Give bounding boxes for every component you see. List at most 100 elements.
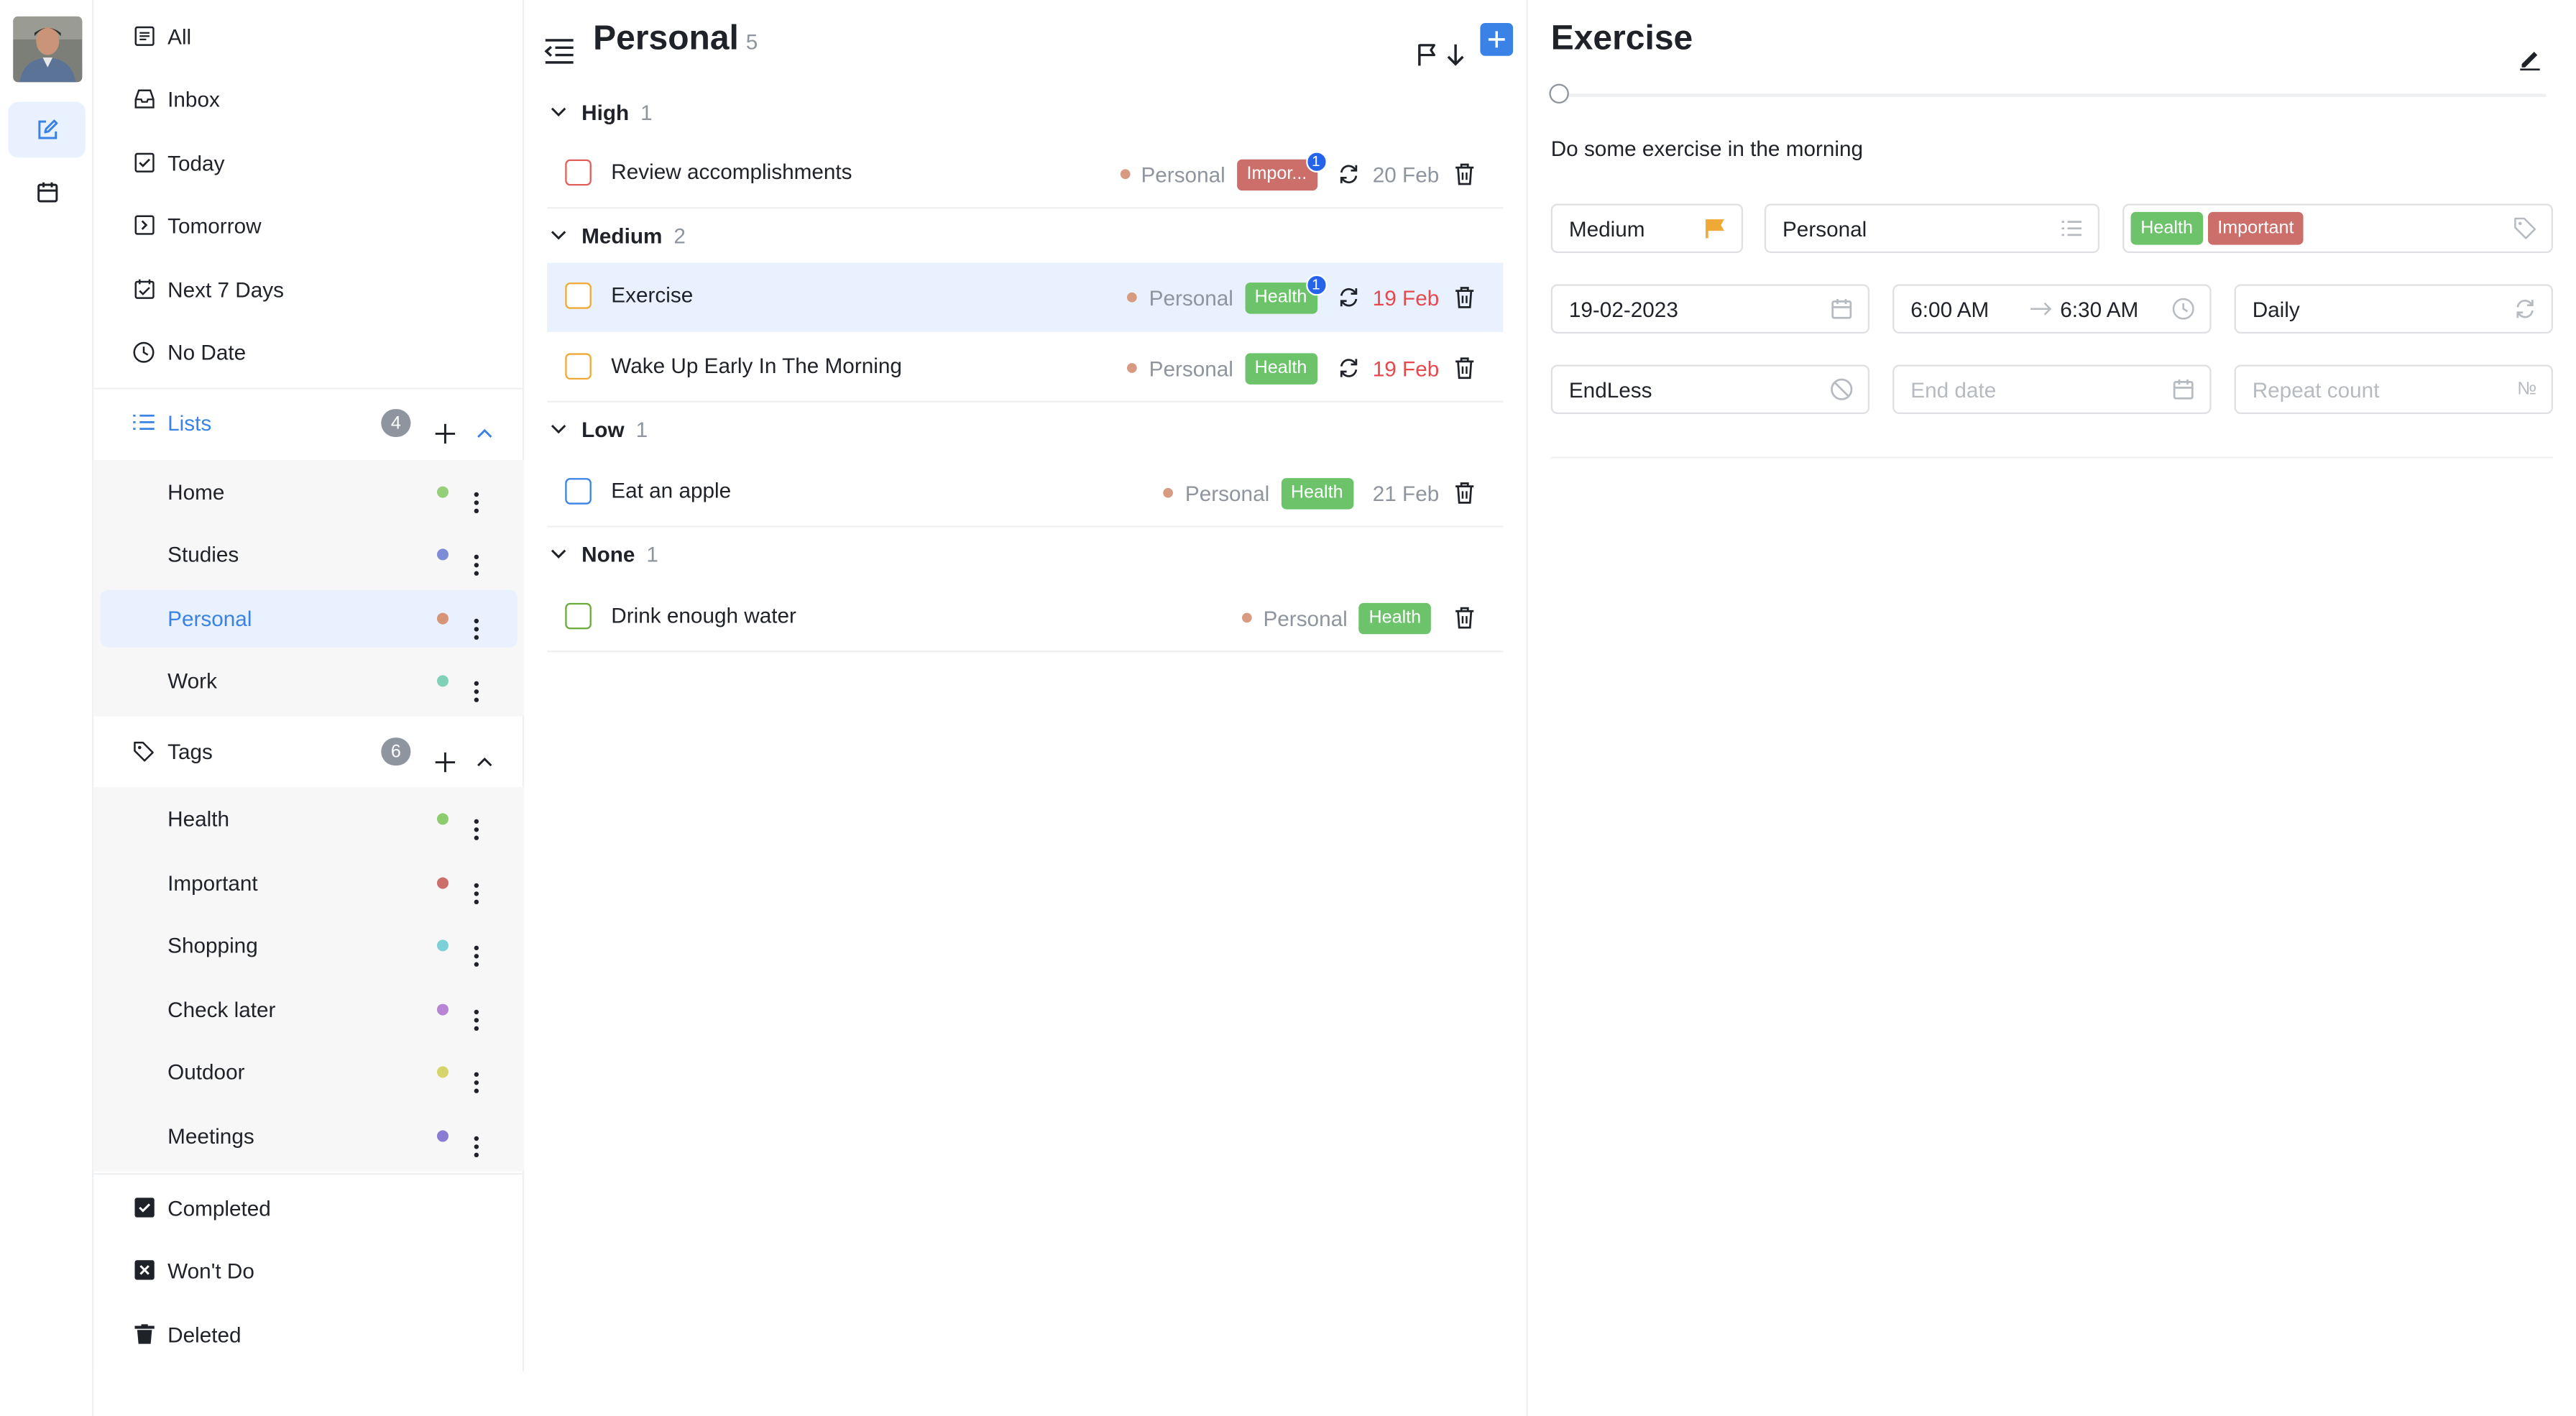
toggle-sidebar-button[interactable] — [544, 24, 575, 64]
nav-completed[interactable]: Completed — [93, 1178, 524, 1237]
trash-icon[interactable] — [1454, 482, 1476, 505]
task-checkbox[interactable] — [565, 282, 592, 309]
list-more-button[interactable] — [468, 539, 484, 576]
detail-title[interactable]: Exercise — [1551, 19, 1693, 59]
more-vertical-icon — [474, 883, 479, 905]
nav-all[interactable]: All — [93, 6, 524, 65]
list-more-button[interactable] — [468, 603, 484, 640]
list-item-work[interactable]: Work — [100, 652, 518, 709]
nav-inbox[interactable]: Inbox — [93, 69, 524, 128]
tag-item-outdoor[interactable]: Outdoor — [100, 1043, 518, 1100]
tags-select[interactable]: Health Important — [2122, 203, 2553, 253]
nav-next-7-days[interactable]: Next 7 Days — [93, 259, 524, 318]
task-title: Eat an apple — [611, 478, 732, 503]
list-icon — [133, 412, 155, 433]
tag-item-shopping[interactable]: Shopping — [100, 916, 518, 974]
tag-more-button[interactable] — [468, 1121, 484, 1158]
task-checkbox[interactable] — [565, 353, 592, 380]
chevron-up-icon — [477, 757, 492, 767]
progress-slider-knob[interactable] — [1549, 83, 1569, 104]
nav-no-date-label: No Date — [167, 339, 247, 364]
list-select[interactable]: Personal — [1764, 203, 2100, 253]
tags-header[interactable]: Tags 6 — [93, 721, 524, 780]
task-row[interactable]: Exercise Personal Health 1 19 Feb — [547, 262, 1504, 332]
trash-icon[interactable] — [1454, 606, 1476, 629]
collapse-lists-button[interactable] — [475, 408, 494, 438]
trash-icon[interactable] — [1454, 357, 1476, 380]
list-more-button[interactable] — [468, 666, 484, 702]
tag-color-dot — [436, 877, 448, 889]
tag-item-health[interactable]: Health — [100, 790, 518, 847]
nav-today[interactable]: Today — [93, 133, 524, 192]
repeat-count-field[interactable]: Repeat count № — [2234, 364, 2553, 414]
progress-track[interactable] — [1550, 93, 2547, 97]
rail-tasks-button[interactable] — [8, 101, 86, 158]
tag-more-button[interactable] — [468, 1057, 484, 1093]
wont-do-icon — [133, 1259, 155, 1281]
end-type-select[interactable]: EndLess — [1550, 364, 1870, 414]
time-range-picker[interactable]: 6:00 AM 6:30 AM — [1892, 284, 2212, 334]
task-list-name: Personal — [1141, 162, 1225, 187]
edit-button[interactable] — [2518, 29, 2542, 71]
priority-select[interactable]: Medium — [1550, 203, 1744, 253]
tag-more-button[interactable] — [468, 930, 484, 967]
collapse-tags-button[interactable] — [475, 736, 494, 767]
repeat-icon — [2516, 299, 2534, 318]
sort-by-priority-button[interactable] — [1416, 27, 1439, 66]
task-list-name: Personal — [1149, 355, 1233, 381]
task-row[interactable]: Drink enough water Personal Health — [547, 583, 1504, 653]
nav-deleted[interactable]: Deleted — [93, 1305, 524, 1364]
nav-wont-do[interactable]: Won't Do — [93, 1241, 524, 1300]
task-checkbox[interactable] — [565, 478, 592, 505]
add-list-button[interactable] — [432, 408, 459, 444]
detail-tag[interactable]: Health — [2130, 211, 2203, 245]
lists-header[interactable]: Lists 4 — [93, 392, 524, 451]
priority-group-medium[interactable]: Medium 2 — [547, 213, 1503, 256]
add-task-button[interactable] — [1480, 22, 1514, 56]
task-checkbox[interactable] — [565, 159, 592, 186]
tag-more-button[interactable] — [468, 994, 484, 1031]
priority-group-none[interactable]: None 1 — [547, 533, 1503, 575]
sidebar-divider — [93, 387, 525, 390]
task-row[interactable]: Eat an apple Personal Health 21 Feb — [547, 459, 1504, 528]
tag-item-important[interactable]: Important — [100, 855, 518, 912]
list-more-button[interactable] — [468, 477, 484, 514]
task-checkbox[interactable] — [565, 602, 592, 630]
task-description[interactable]: Do some exercise in the morning — [1551, 137, 1863, 161]
end-date-field[interactable]: End date — [1892, 364, 2212, 414]
date-picker[interactable]: 19-02-2023 — [1550, 284, 1870, 334]
sort-direction-button[interactable] — [1445, 27, 1465, 66]
tag-color-dot — [436, 939, 448, 952]
list-color-dot — [1241, 612, 1252, 623]
repeat-select[interactable]: Daily — [2234, 284, 2553, 334]
list-item-personal[interactable]: Personal — [100, 589, 518, 648]
detail-tag[interactable]: Important — [2207, 211, 2304, 245]
priority-group-low[interactable]: Low 1 — [547, 408, 1503, 450]
list-item-home[interactable]: Home — [100, 464, 518, 521]
nav-tomorrow[interactable]: Tomorrow — [93, 196, 524, 254]
tag-more-button[interactable] — [468, 868, 484, 905]
more-vertical-icon — [474, 618, 479, 640]
clock-icon — [133, 341, 155, 362]
tag-color-dot — [436, 1003, 448, 1016]
rail-calendar-button[interactable] — [8, 165, 85, 221]
repeat-icon — [1339, 359, 1357, 377]
priority-group-high[interactable]: High 1 — [547, 91, 1503, 133]
task-row[interactable]: Review accomplishments Personal Impor...… — [547, 139, 1504, 209]
list-item-studies[interactable]: Studies — [100, 525, 518, 583]
trash-icon[interactable] — [1454, 162, 1476, 185]
tag-more-button[interactable] — [468, 804, 484, 840]
tag-item-meetings[interactable]: Meetings — [100, 1108, 518, 1165]
tag-item-check-later[interactable]: Check later — [100, 981, 518, 1039]
add-tag-button[interactable] — [432, 736, 459, 773]
trash-icon[interactable] — [1454, 286, 1476, 309]
block-icon — [1831, 378, 1853, 400]
nav-no-date[interactable]: No Date — [93, 322, 524, 381]
number-sign-icon: № — [2517, 379, 2537, 400]
task-row[interactable]: Wake Up Early In The Morning Personal He… — [547, 334, 1504, 403]
task-tag-label: Health — [1254, 287, 1307, 308]
task-list-name: Personal — [1184, 480, 1270, 505]
avatar[interactable] — [13, 16, 83, 83]
nav-inbox-label: Inbox — [167, 86, 220, 111]
list-item-label: Work — [167, 668, 217, 694]
